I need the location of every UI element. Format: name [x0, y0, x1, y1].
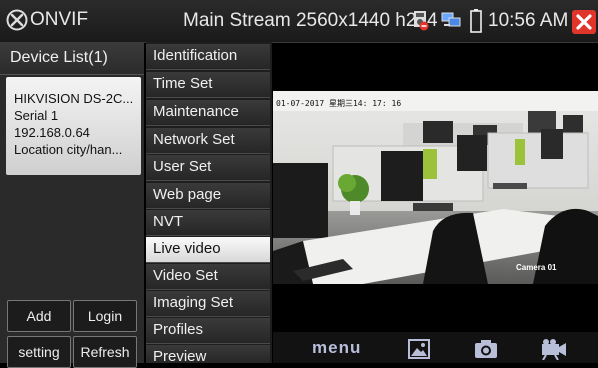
function-menu: Identification Time Set Maintenance Netw…: [146, 42, 272, 365]
menu-item-maintenance[interactable]: Maintenance: [146, 100, 270, 126]
camera-icon[interactable]: [474, 339, 498, 359]
device-card[interactable]: HIKVISION DS-2C... Serial 1 192.168.0.64…: [6, 77, 141, 175]
device-list-panel: Device List(1) HIKVISION DS-2C... Serial…: [0, 42, 144, 368]
close-icon[interactable]: [572, 10, 596, 34]
app-brand: ONVIF: [30, 9, 89, 30]
login-button[interactable]: Login: [73, 300, 137, 332]
menu-item-user-set[interactable]: User Set: [146, 155, 270, 181]
onvif-logo-icon: [6, 9, 28, 31]
menu-item-web-page[interactable]: Web page: [146, 183, 270, 209]
refresh-button[interactable]: Refresh: [73, 336, 137, 368]
stream-title: Main Stream 2560x1440 h264: [183, 10, 438, 31]
menu-item-network-set[interactable]: Network Set: [146, 128, 270, 154]
video-osd-camera: Camera 01: [516, 263, 557, 272]
device-serial: Serial 1: [14, 108, 59, 123]
device-ip: 192.168.0.64: [14, 125, 90, 140]
menu-item-video-set[interactable]: Video Set: [146, 264, 270, 290]
video-record-icon[interactable]: [540, 338, 568, 360]
clock: 10:56 AM: [488, 10, 569, 31]
device-name: HIKVISION DS-2C...: [14, 91, 134, 106]
live-video-frame[interactable]: [273, 91, 598, 284]
battery-icon: [470, 9, 482, 33]
menu-item-profiles[interactable]: Profiles: [146, 318, 270, 344]
menu-item-nvt[interactable]: NVT: [146, 210, 270, 236]
device-list-header: Device List(1): [0, 42, 144, 75]
menu-item-live-video[interactable]: Live video: [146, 237, 270, 263]
menu-item-preview[interactable]: Preview: [146, 345, 270, 365]
video-osd-date: 01-07-2017 星期三14: 17: 16: [276, 99, 402, 108]
menu-item-imaging-set[interactable]: Imaging Set: [146, 291, 270, 317]
menu-item-identification[interactable]: Identification: [146, 44, 270, 70]
menu-button[interactable]: menu: [312, 338, 361, 358]
gallery-icon[interactable]: [408, 339, 430, 359]
menu-item-time-set[interactable]: Time Set: [146, 72, 270, 98]
device-location: Location city/han...: [14, 142, 123, 157]
add-button[interactable]: Add: [7, 300, 71, 332]
setting-button[interactable]: setting: [7, 336, 71, 368]
device-list-title: Device List(1): [10, 49, 108, 66]
speaker-muted-icon[interactable]: [411, 9, 429, 31]
network-icon: [441, 12, 461, 27]
